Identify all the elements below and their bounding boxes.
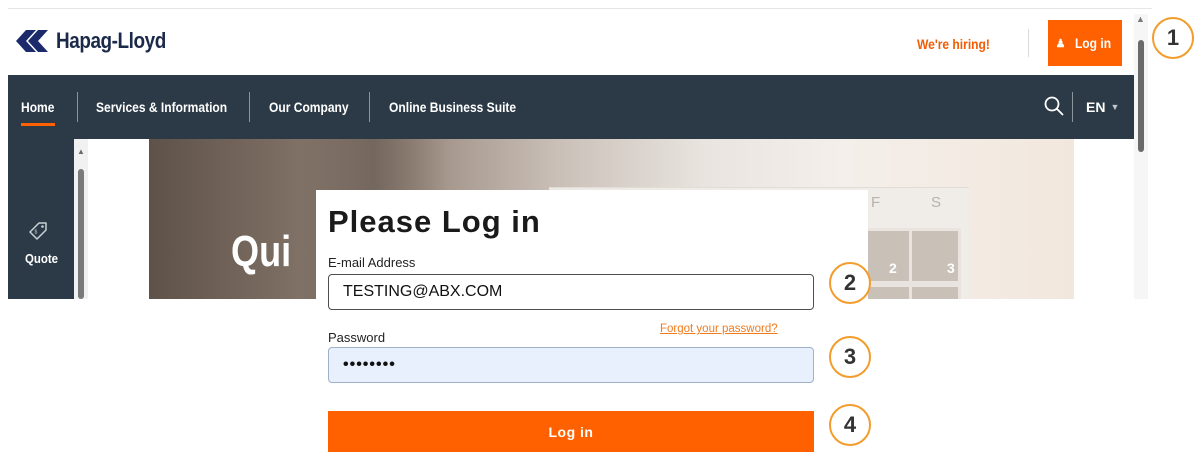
calendar-date: 2 (889, 260, 897, 276)
header-login-label: Log in (1075, 35, 1112, 51)
email-field[interactable] (328, 274, 814, 310)
brand-logo-icon (16, 30, 48, 52)
password-field[interactable] (328, 347, 814, 383)
were-hiring-link[interactable]: We're hiring! (917, 36, 990, 52)
search-icon[interactable] (1043, 95, 1065, 117)
calendar-day-header: S (931, 194, 942, 211)
nav-divider (1072, 92, 1073, 122)
nav-divider (77, 92, 78, 122)
scrollbar-thumb[interactable] (78, 169, 84, 299)
step-marker-2: 2 (829, 262, 871, 304)
sidebar-item-quote[interactable]: Quote (25, 251, 58, 266)
scrollbar-thumb[interactable] (1138, 40, 1144, 152)
nav-item-home[interactable]: Home (21, 75, 60, 139)
header-login-button[interactable]: ♟ Log in (1048, 20, 1122, 66)
user-icon: ♟ (1055, 37, 1066, 50)
calendar-day-header: F (871, 194, 881, 211)
nav-item-services-information[interactable]: Services & Information (96, 75, 249, 139)
forgot-password-link[interactable]: Forgot your password? (660, 323, 778, 335)
login-title: Please Log in (328, 204, 541, 239)
language-code: EN (1086, 99, 1106, 115)
scroll-up-arrow-icon[interactable]: ▲ (77, 147, 85, 156)
login-submit-button[interactable]: Log in (328, 411, 814, 452)
hero-heading: Qui (231, 227, 292, 276)
nav-divider (249, 92, 250, 122)
price-tag-icon[interactable]: $ (28, 221, 48, 241)
step-marker-1: 1 (1152, 17, 1194, 59)
svg-text:$: $ (35, 230, 38, 236)
nav-active-indicator (21, 123, 55, 126)
password-label: Password (328, 330, 386, 345)
login-form: Please Log in E-mail Address Password Fo… (316, 190, 868, 452)
calendar-cell (909, 284, 961, 299)
brand-name: Hapag-Lloyd (56, 28, 166, 53)
nav-divider (369, 92, 370, 122)
quick-access-sidebar: $ Quote (8, 139, 74, 299)
main-navigation: Home Services & Information Our Company … (8, 75, 1142, 139)
calendar-date: 3 (947, 260, 955, 276)
hapag-lloyd-logo[interactable]: Hapag-Lloyd (16, 26, 184, 56)
step-marker-3: 3 (829, 336, 871, 378)
sidebar-scrollbar[interactable]: ▲ (74, 139, 88, 299)
nav-item-online-business-suite[interactable]: Online Business Suite (389, 75, 537, 139)
language-selector[interactable]: EN ▼ (1086, 75, 1119, 139)
step-marker-4: 4 (829, 404, 871, 446)
header-divider (1028, 29, 1029, 57)
scroll-up-arrow-icon[interactable]: ▲ (1136, 14, 1145, 24)
top-header: Hapag-Lloyd We're hiring! ♟ Log in (8, 8, 1152, 75)
nav-item-our-company[interactable]: Our Company (269, 75, 362, 139)
chevron-down-icon: ▼ (1110, 102, 1120, 112)
email-label: E-mail Address (328, 255, 416, 270)
page-scrollbar[interactable]: ▲ (1134, 14, 1148, 299)
